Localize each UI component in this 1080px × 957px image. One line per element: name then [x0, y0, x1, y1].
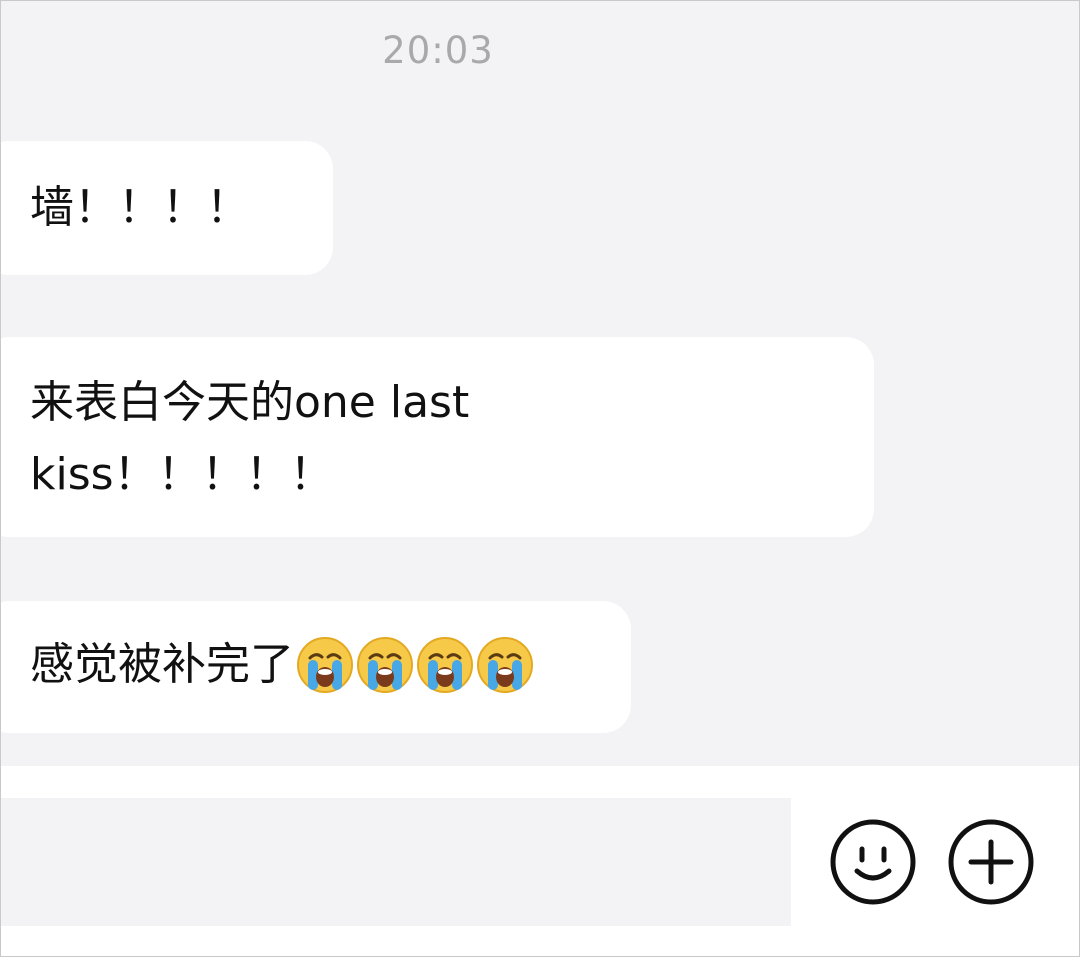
message-bubble[interactable]: 来表白今天的one last kiss！！！！！ [1, 337, 874, 537]
emoji-button[interactable] [828, 817, 918, 907]
message-timestamp: 20:03 [382, 29, 494, 72]
loudly-crying-face-icon [356, 636, 414, 694]
message-bubble[interactable]: 感觉被补完了 [1, 601, 631, 733]
plus-circle-icon [948, 819, 1034, 905]
message-text: 来表白今天的one last kiss！！！！！ [30, 377, 470, 500]
message-input-bar [1, 766, 1079, 956]
chat-message-area[interactable]: 20:03 墙！！！！ 来表白今天的one last kiss！！！！！ 感觉被… [1, 1, 1079, 766]
loudly-crying-face-icon [296, 636, 354, 694]
message-text: 感觉被补完了 [30, 639, 294, 690]
loudly-crying-face-icon [476, 636, 534, 694]
smiley-face-icon [830, 819, 916, 905]
loudly-crying-face-icon [416, 636, 474, 694]
emoji-group [296, 636, 534, 694]
add-attachment-button[interactable] [946, 817, 1036, 907]
message-bubble[interactable]: 墙！！！！ [1, 141, 333, 275]
message-text: 墙！！！！ [30, 182, 250, 233]
chat-screen: 20:03 墙！！！！ 来表白今天的one last kiss！！！！！ 感觉被… [0, 0, 1080, 957]
message-input[interactable] [1, 798, 791, 926]
message-content: 感觉被补完了 [30, 629, 601, 701]
